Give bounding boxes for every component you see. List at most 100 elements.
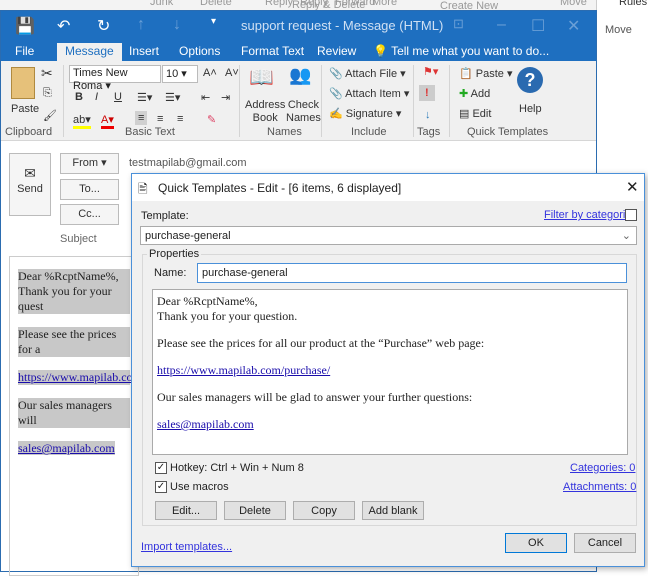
ribbon-display-icon[interactable]: ⊡: [453, 16, 464, 32]
tab-format-text[interactable]: Format Text: [233, 43, 312, 61]
shrink-font-icon[interactable]: A˅: [225, 67, 239, 79]
high-importance-icon[interactable]: !: [419, 85, 435, 101]
to-button[interactable]: To...: [60, 179, 119, 200]
help-button[interactable]: Help: [519, 103, 542, 115]
close-icon[interactable]: ✕: [567, 16, 580, 36]
send-icon: ✉: [24, 165, 36, 181]
highlight-icon[interactable]: ab▾: [73, 113, 91, 129]
ribbon-tabs: File Message Insert Options Format Text …: [1, 41, 596, 61]
format-painter-icon[interactable]: 🖌: [43, 109, 57, 122]
qt-edit-button[interactable]: ▤ Edit: [459, 107, 491, 120]
paste-icon[interactable]: [11, 67, 35, 99]
sales-email-link[interactable]: sales@mapilab.com: [157, 417, 254, 431]
check-names-button[interactable]: Check Names: [286, 99, 321, 125]
lightbulb-icon: 💡: [373, 44, 388, 58]
qt-paste-button[interactable]: 📋 Paste ▾: [459, 67, 512, 80]
use-macros-checkbox[interactable]: ✓: [155, 481, 167, 493]
clear-formatting-icon[interactable]: ✎: [207, 113, 216, 126]
cancel-button[interactable]: Cancel: [574, 533, 636, 553]
paste-button[interactable]: Paste: [11, 103, 39, 115]
tab-insert[interactable]: Insert: [121, 43, 167, 61]
grow-font-icon[interactable]: A˄: [203, 67, 217, 79]
attachments-link[interactable]: Attachments: 0: [563, 481, 636, 493]
from-button[interactable]: From ▾: [60, 153, 119, 174]
italic-icon[interactable]: I: [95, 91, 98, 103]
increase-indent-icon[interactable]: ⇥: [221, 91, 230, 104]
cut-icon[interactable]: ✂: [41, 65, 53, 82]
customize-icon[interactable]: ▾: [211, 16, 216, 27]
from-value: testmapilab@gmail.com: [129, 157, 247, 169]
dialog-title: Quick Templates - Edit - [6 items, 6 dis…: [158, 181, 402, 195]
font-size-select[interactable]: 10 ▾: [162, 65, 198, 83]
group-clipboard: Clipboard: [5, 126, 53, 138]
window-title: support request - Message (HTML): [241, 18, 444, 33]
ok-button[interactable]: OK: [505, 533, 567, 553]
bold-icon[interactable]: B: [75, 91, 83, 103]
delete-button[interactable]: Delete: [224, 501, 286, 520]
group-names: Names: [267, 126, 302, 138]
bg-more: More: [372, 0, 398, 8]
qt-add-button[interactable]: ✚ Add: [459, 87, 490, 100]
signature-button[interactable]: ✍ Signature ▾: [329, 107, 401, 120]
tell-me-box[interactable]: 💡 Tell me what you want to do...: [365, 43, 557, 61]
bg-delete: Delete: [200, 0, 232, 8]
hotkey-checkbox[interactable]: ✓: [155, 462, 167, 474]
bg-move: Move: [560, 0, 587, 8]
copy-icon[interactable]: ⎘: [43, 87, 52, 100]
tab-options[interactable]: Options: [171, 43, 228, 61]
maximize-icon[interactable]: ☐: [531, 16, 545, 36]
font-color-icon[interactable]: A▾: [101, 113, 114, 129]
name-input[interactable]: purchase-general: [197, 263, 627, 283]
hotkey-label: Hotkey: Ctrl + Win + Num 8: [170, 462, 304, 474]
minimize-icon[interactable]: –: [497, 16, 506, 34]
tab-review[interactable]: Review: [309, 43, 364, 61]
attach-item-button[interactable]: 📎 Attach Item ▾: [329, 87, 409, 100]
low-importance-icon[interactable]: ↓: [425, 109, 431, 121]
address-book-icon[interactable]: 📖: [249, 65, 274, 90]
template-content-editor[interactable]: Dear %RcptName%, Thank you for your ques…: [152, 289, 628, 455]
attach-file-button[interactable]: 📎 Attach File ▾: [329, 67, 406, 80]
bullets-icon[interactable]: ☰▾: [137, 91, 152, 104]
tab-file[interactable]: File: [7, 43, 42, 61]
follow-up-flag-icon[interactable]: ⚑▾: [423, 65, 438, 78]
align-left-icon[interactable]: ≡: [135, 111, 148, 125]
categories-link[interactable]: Categories: 0: [570, 462, 635, 474]
filter-by-categories-link[interactable]: Filter by categories: [544, 209, 637, 221]
quick-templates-icon: 🖹: [138, 182, 148, 196]
ribbon: Paste ✂ ⎘ 🖌 Times New Roma ▾ 10 ▾ A˄ A˅ …: [1, 61, 596, 141]
add-blank-button[interactable]: Add blank: [362, 501, 424, 520]
up-icon[interactable]: ↑: [137, 16, 145, 34]
save-icon[interactable]: 💾: [15, 16, 35, 36]
tab-message[interactable]: Message: [57, 43, 122, 61]
redo-icon[interactable]: ↻: [97, 16, 110, 36]
decrease-indent-icon[interactable]: ⇤: [201, 91, 210, 104]
bg-rules: Rules: [619, 0, 648, 8]
underline-icon[interactable]: U: [114, 91, 122, 103]
properties-label: Properties: [147, 248, 202, 260]
filter-by-categories-checkbox[interactable]: [625, 209, 637, 221]
undo-icon[interactable]: ↶: [57, 16, 70, 36]
font-name-select[interactable]: Times New Roma ▾: [69, 65, 161, 92]
check-names-icon[interactable]: 👥: [289, 65, 311, 86]
numbering-icon[interactable]: ☰▾: [165, 91, 180, 104]
edit-button[interactable]: Edit...: [155, 501, 217, 520]
quick-templates-dialog: 🖹 Quick Templates - Edit - [6 items, 6 d…: [131, 173, 645, 567]
bg-move-group: Move: [605, 24, 632, 36]
send-button[interactable]: ✉ Send: [9, 153, 51, 216]
cc-button[interactable]: Cc...: [60, 204, 119, 225]
import-templates-link[interactable]: Import templates...: [141, 541, 232, 553]
address-book-button[interactable]: Address Book: [245, 99, 285, 125]
align-center-icon[interactable]: ≡: [157, 113, 163, 125]
align-right-icon[interactable]: ≡: [177, 113, 183, 125]
group-include: Include: [351, 126, 387, 138]
help-icon[interactable]: ?: [517, 67, 543, 93]
message-body[interactable]: Dear %RcptName%, Thank you for your ques…: [9, 256, 139, 576]
dialog-title-bar: 🖹 Quick Templates - Edit - [6 items, 6 d…: [132, 174, 644, 201]
copy-button[interactable]: Copy: [293, 501, 355, 520]
dialog-close-icon[interactable]: ✕: [626, 178, 639, 196]
down-icon[interactable]: ↓: [173, 16, 181, 34]
name-label: Name:: [154, 267, 187, 279]
tell-me-text: Tell me what you want to do...: [391, 44, 550, 58]
purchase-link[interactable]: https://www.mapilab.com/purchase/: [157, 363, 330, 377]
template-select[interactable]: purchase-general ⌄: [140, 226, 637, 245]
